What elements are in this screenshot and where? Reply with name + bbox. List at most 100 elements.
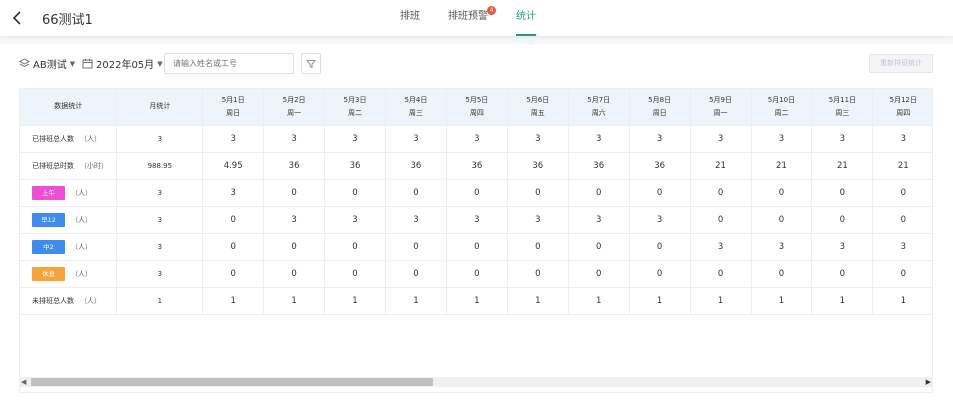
header-date: 5月1日 [221,95,245,104]
day-value-cell: 3 [629,125,691,153]
warning-count-badge: 4 [487,6,496,15]
day-value-cell: 3 [446,125,508,153]
header-day: 5月11日 周三 [811,89,874,126]
day-value-cell: 3 [568,125,630,153]
table-row: 中2 （人） 3 0 0 0 0 0 0 0 0 3 3 3 3 [20,233,932,261]
header-day: 5月12日周四 [872,89,932,126]
tab-1[interactable]: 排班预警 4 [448,0,496,36]
header-date: 5月12日 [889,95,917,104]
horizontal-scrollbar[interactable]: ◀ ▶ [19,377,933,387]
day-value-cell: 36 [263,152,326,180]
day-value-cell: 1 [324,287,386,315]
month-total-cell: 3 [116,206,204,234]
header-weekday: 周四 [896,108,911,117]
month-total-cell: 3 [116,125,204,153]
month-select-value: 2022年05月 [96,60,155,71]
day-value-cell: 0 [202,206,265,234]
day-value-cell: 0 [872,179,932,207]
day-value-cell: 36 [446,152,508,180]
day-value-cell: 1 [872,287,932,315]
tab-2[interactable]: 统计 [516,0,536,36]
day-value-cell: 1 [811,287,874,315]
row-unit: （人） [71,188,92,197]
day-value-cell: 0 [202,260,265,288]
header-day: 5月5日 周四 [446,89,508,126]
month-total-cell: 3 [116,260,204,288]
toolbar: AB测试 ▼ 2022年05月 ▼ 重新排班统计 [0,44,953,80]
row-label-cell: 未排班总人数 （人） [20,287,118,315]
day-value-cell: 0 [507,233,569,261]
header-date: 5月6日 [526,95,550,104]
row-unit: （人） [71,269,92,278]
header-weekday: 周六 [591,108,606,117]
reschedule-stats-button[interactable]: 重新排班统计 [869,54,933,73]
search-input[interactable] [164,53,294,74]
filter-button[interactable] [301,53,321,74]
stats-table: 数据统计 月统计 5月1日 周日 5月2日 周一 5月3日 周二 5月4日 周三 5月5日 周四 5月6… [20,89,932,315]
caret-down-icon: ▼ [157,59,163,68]
day-value-cell: 0 [751,206,813,234]
day-value-cell: 3 [263,206,326,234]
day-value-cell: 0 [202,233,265,261]
header-day: 5月8日 周日 [629,89,691,126]
group-select-value: AB测试 [33,60,67,71]
tab-bar: 排班 排班预警 4 统计 [400,0,564,36]
month-total-cell: 988.95 [116,152,204,180]
day-value-cell: 3 [263,125,326,153]
tab-0[interactable]: 排班 [400,0,420,36]
day-value-cell: 0 [629,179,691,207]
header-date: 5月9日 [709,95,732,104]
row-unit: （人） [71,242,92,251]
header-weekday: 周三 [408,108,423,117]
day-value-cell: 0 [446,179,508,207]
scrollbar-thumb[interactable] [31,378,433,386]
back-arrow-icon[interactable] [10,9,26,27]
day-value-cell: 3 [751,125,813,153]
day-value-cell: 0 [263,260,326,288]
day-value-cell: 3 [507,206,569,234]
day-value-cell: 0 [446,260,508,288]
day-value-cell: 3 [690,233,752,261]
day-value-cell: 0 [446,233,508,261]
day-value-cell: 0 [751,260,813,288]
day-value-cell: 36 [568,152,630,180]
day-value-cell: 36 [629,152,691,180]
header-day: 5月6日周五 [507,89,569,126]
day-value-cell: 0 [385,179,447,207]
day-value-cell: 0 [568,233,630,261]
day-value-cell: 0 [811,179,874,207]
header-day: 5月4日 周三 [385,89,447,126]
header-weekday: 周五 [530,108,545,117]
scroll-right-icon[interactable]: ▶ [926,378,931,386]
day-value-cell: 36 [324,152,386,180]
day-value-cell: 0 [385,260,447,288]
scroll-left-icon[interactable]: ◀ [21,378,26,386]
group-select[interactable]: AB测试 ▼ [19,56,75,71]
table-row: 未排班总人数 （人） 1 1 1 1 1 1 1 1 1 1 1 1 1 [20,287,932,315]
day-value-cell: 0 [751,179,813,207]
day-value-cell: 3 [872,125,932,153]
shift-tag: 休息 [32,266,65,281]
day-value-cell: 0 [629,233,691,261]
row-label-cell: 中2 （人） [20,233,118,261]
top-header: 66测试1 排班 排班预警 4 统计 [0,0,953,36]
row-unit: （人） [71,215,92,224]
row-unit: （人） [80,296,101,305]
month-total-cell: 1 [116,287,204,315]
month-select[interactable]: 2022年05月 ▼ [82,56,163,71]
header-weekday: 周日 [652,108,667,117]
header-day: 5月1日 周日 [202,89,265,126]
day-value-cell: 1 [202,287,265,315]
row-label: 已排班总时数 [32,161,74,170]
tab-label: 统计 [516,11,536,22]
header-date: 5月3日 [343,95,367,104]
day-value-cell: 1 [263,287,326,315]
day-value-cell: 0 [568,179,630,207]
day-value-cell: 1 [385,287,447,315]
header-day: 5月2日 周一 [263,89,326,126]
day-value-cell: 0 [811,260,874,288]
header-day: 5月7日 周六 [568,89,630,126]
header-weekday: 周一 [713,108,728,117]
day-value-cell: 3 [568,206,630,234]
row-label: 已排班总人数 [32,134,74,143]
